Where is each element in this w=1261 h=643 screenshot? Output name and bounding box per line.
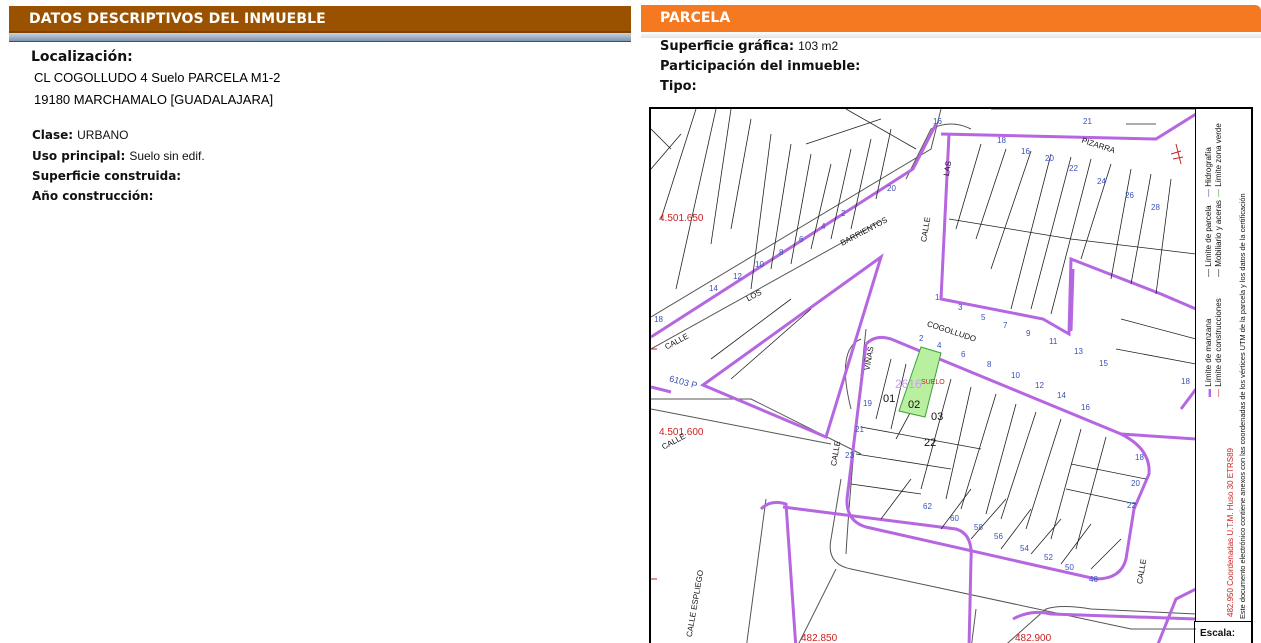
graphic-area-value: 103 m2 bbox=[798, 39, 839, 53]
legend-utm: 482.950 Coordenadas U.T.M. Huso 30 ETRS8… bbox=[1226, 448, 1235, 617]
house-number: 11 bbox=[1049, 337, 1058, 346]
house-number: 16 bbox=[933, 117, 942, 126]
scale-box: Escala: bbox=[1194, 621, 1253, 643]
descriptive-data-title: DATOS DESCRIPTIVOS DEL INMUEBLE bbox=[29, 11, 326, 27]
subparcel-02: 02 bbox=[908, 399, 921, 411]
house-number: 54 bbox=[1020, 544, 1029, 553]
participation-label: Participación del inmueble: bbox=[660, 59, 861, 74]
house-number: 22 bbox=[1069, 164, 1078, 173]
house-number: 19 bbox=[863, 399, 872, 408]
house-number: 24 bbox=[1097, 177, 1106, 186]
cadastral-map-drawing bbox=[651, 109, 1196, 643]
construction-year-label: Año construcción: bbox=[32, 189, 154, 203]
house-number: 15 bbox=[1099, 359, 1108, 368]
house-number: 10 bbox=[755, 260, 764, 269]
construction-year-field: Año construcción: bbox=[32, 189, 153, 203]
house-number: 18 bbox=[1135, 453, 1144, 462]
built-area-label: Superficie construida: bbox=[32, 169, 182, 183]
house-number: 1 bbox=[935, 293, 940, 302]
subparcel-22: 22 bbox=[924, 437, 937, 449]
legend-parcela: — Límite de parcela bbox=[1204, 205, 1213, 277]
legend-hidrografia: — Hidrografía bbox=[1204, 147, 1213, 197]
type-label: Tipo: bbox=[660, 79, 697, 94]
house-number: 60 bbox=[950, 514, 959, 523]
house-number: 58 bbox=[974, 523, 983, 532]
house-number: 20 bbox=[1045, 154, 1054, 163]
main-use-label: Uso principal: bbox=[32, 149, 126, 163]
map-legend: ▬ Límite de manzana — Límite de parcela … bbox=[1195, 109, 1251, 622]
parcel-soil-label: SUELO bbox=[921, 379, 945, 386]
house-number: 48 bbox=[1089, 575, 1098, 584]
graphic-area-field: Superficie gráfica: 103 m2 bbox=[660, 39, 838, 54]
house-number: 13 bbox=[1074, 347, 1083, 356]
house-number: 20 bbox=[1131, 479, 1140, 488]
address-line-2: 19180 MARCHAMALO [GUADALAJARA] bbox=[34, 92, 274, 107]
house-number: 4 bbox=[937, 341, 942, 350]
cadastral-map[interactable]: 4.501.650 4.501.600 482.850 482.900 PIZA… bbox=[649, 107, 1253, 643]
class-label: Clase: bbox=[32, 128, 74, 142]
legend-mobiliario: — Mobiliario y aceras bbox=[1214, 200, 1223, 277]
house-number: 26 bbox=[1125, 191, 1134, 200]
house-number: 23 bbox=[845, 451, 854, 460]
house-number: 8 bbox=[779, 248, 784, 257]
house-number: 2 bbox=[841, 209, 846, 218]
house-number: 21 bbox=[1083, 117, 1092, 126]
participation-field: Participación del inmueble: bbox=[660, 59, 860, 74]
legend-construcciones: — Límite de construcciones bbox=[1214, 298, 1223, 397]
graphic-area-label: Superficie gráfica: bbox=[660, 39, 795, 54]
coord-east-2: 482.900 bbox=[1015, 633, 1052, 643]
house-number: 9 bbox=[1026, 329, 1031, 338]
house-number: 52 bbox=[1044, 553, 1053, 562]
house-number: 16 bbox=[1081, 403, 1090, 412]
house-number: 62 bbox=[923, 502, 932, 511]
address-line-1: CL COGOLLUDO 4 Suelo PARCELA M1-2 bbox=[34, 70, 281, 85]
house-number: 56 bbox=[994, 532, 1003, 541]
header-strip bbox=[9, 33, 631, 42]
parcel-number: 2616 bbox=[895, 377, 922, 391]
house-number: 12 bbox=[733, 272, 742, 281]
house-number: 18 bbox=[1181, 377, 1190, 386]
house-number: 6 bbox=[799, 235, 804, 244]
parcel-title: PARCELA bbox=[660, 10, 731, 26]
house-number: 50 bbox=[1065, 563, 1074, 572]
house-number: 18 bbox=[654, 315, 663, 324]
house-number: 3 bbox=[958, 303, 963, 312]
main-use-field: Uso principal: Suelo sin edif. bbox=[32, 149, 205, 163]
descriptive-data-header: DATOS DESCRIPTIVOS DEL INMUEBLE bbox=[9, 6, 631, 34]
house-number: 28 bbox=[1151, 203, 1160, 212]
house-number: 18 bbox=[997, 136, 1006, 145]
class-field: Clase: URBANO bbox=[32, 128, 128, 142]
class-value: URBANO bbox=[77, 128, 129, 142]
scale-label: Escala: bbox=[1200, 628, 1236, 639]
house-number: 20 bbox=[887, 184, 896, 193]
house-number: 10 bbox=[1011, 371, 1020, 380]
house-number: 12 bbox=[1035, 381, 1044, 390]
type-field: Tipo: bbox=[660, 79, 697, 94]
coord-north-1: 4.501.650 bbox=[659, 213, 704, 224]
coord-east-1: 482.850 bbox=[801, 633, 838, 643]
house-number: 2 bbox=[919, 334, 924, 343]
parcel-header: PARCELA bbox=[641, 5, 1261, 32]
legend-zona-verde: — Límite zona verde bbox=[1214, 123, 1223, 197]
house-number: 16 bbox=[1021, 147, 1030, 156]
house-number: 5 bbox=[981, 313, 986, 322]
house-number: 6 bbox=[961, 350, 966, 359]
parcel-header-strip bbox=[641, 32, 1261, 38]
house-number: 22 bbox=[1127, 501, 1136, 510]
subparcel-03: 03 bbox=[931, 411, 944, 423]
legend-note: Este documento electrónico contiene anex… bbox=[1238, 193, 1247, 619]
house-number: 21 bbox=[855, 425, 864, 434]
house-number: 8 bbox=[987, 360, 992, 369]
house-number: 7 bbox=[1003, 321, 1008, 330]
subparcel-01: 01 bbox=[883, 393, 896, 405]
house-number: 4 bbox=[821, 222, 826, 231]
house-number: 14 bbox=[1057, 391, 1066, 400]
house-number: 14 bbox=[709, 284, 718, 293]
built-area-field: Superficie construida: bbox=[32, 169, 181, 183]
legend-manzana: ▬ Límite de manzana bbox=[1204, 318, 1213, 397]
main-use-value: Suelo sin edif. bbox=[129, 149, 205, 163]
location-label: Localización: bbox=[31, 49, 133, 65]
